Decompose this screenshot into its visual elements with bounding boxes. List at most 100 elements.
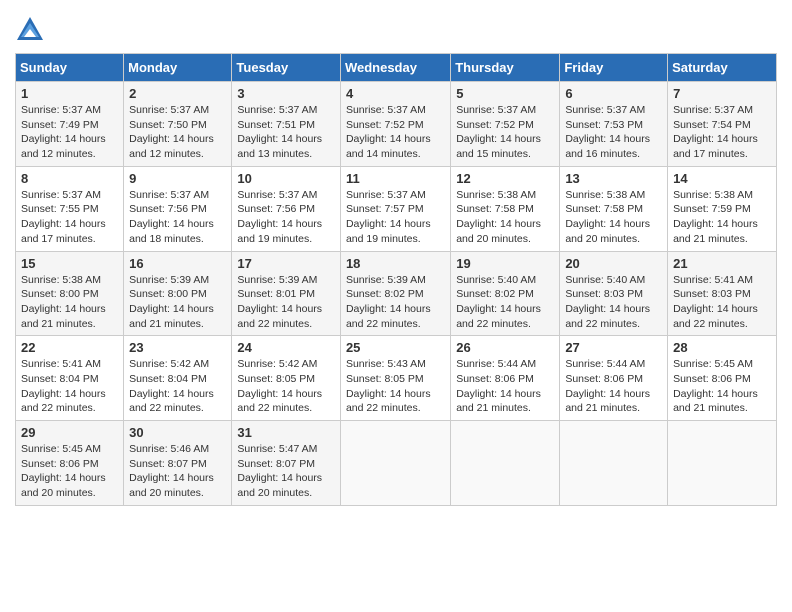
calendar-cell: 2Sunrise: 5:37 AM Sunset: 7:50 PM Daylig… xyxy=(124,82,232,167)
calendar-cell: 30 Sunrise: 5:46 AM Sunset: 8:07 PM Dayli… xyxy=(124,421,232,506)
day-info: Sunrise: 5:39 AM Sunset: 8:02 PM Dayligh… xyxy=(346,273,445,332)
day-number: 21 xyxy=(673,256,771,271)
day-number: 10 xyxy=(237,171,335,186)
header-tuesday: Tuesday xyxy=(232,54,341,82)
day-number: 17 xyxy=(237,256,335,271)
header-wednesday: Wednesday xyxy=(340,54,450,82)
day-info: Sunrise: 5:37 AM Sunset: 7:53 PM Dayligh… xyxy=(565,103,662,162)
calendar-cell: 14 Sunrise: 5:38 AM Sunset: 7:59 PM Dayli… xyxy=(668,166,777,251)
calendar-cell xyxy=(451,421,560,506)
day-info: Sunrise: 5:37 AM Sunset: 7:55 PM Dayligh… xyxy=(21,188,118,247)
calendar-cell: 4 Sunrise: 5:37 AM Sunset: 7:52 PM Daylig… xyxy=(340,82,450,167)
calendar-cell xyxy=(340,421,450,506)
day-info: Sunrise: 5:41 AM Sunset: 8:03 PM Dayligh… xyxy=(673,273,771,332)
header xyxy=(15,10,777,45)
day-number: 3 xyxy=(237,86,335,101)
calendar-cell: 3 Sunrise: 5:37 AM Sunset: 7:51 PM Daylig… xyxy=(232,82,341,167)
day-number: 31 xyxy=(237,425,335,440)
day-number: 25 xyxy=(346,340,445,355)
header-row: SundayMondayTuesdayWednesdayThursdayFrid… xyxy=(16,54,777,82)
day-info: Sunrise: 5:46 AM Sunset: 8:07 PM Dayligh… xyxy=(129,442,226,501)
day-info: Sunrise: 5:47 AM Sunset: 8:07 PM Dayligh… xyxy=(237,442,335,501)
day-number: 26 xyxy=(456,340,554,355)
day-info: Sunrise: 5:38 AM Sunset: 7:58 PM Dayligh… xyxy=(456,188,554,247)
day-info: Sunrise: 5:40 AM Sunset: 8:03 PM Dayligh… xyxy=(565,273,662,332)
day-number: 20 xyxy=(565,256,662,271)
day-number: 6 xyxy=(565,86,662,101)
logo-icon xyxy=(15,15,45,45)
day-info: Sunrise: 5:39 AM Sunset: 8:01 PM Dayligh… xyxy=(237,273,335,332)
header-saturday: Saturday xyxy=(668,54,777,82)
header-friday: Friday xyxy=(560,54,668,82)
day-info: Sunrise: 5:42 AM Sunset: 8:05 PM Dayligh… xyxy=(237,357,335,416)
day-info: Sunrise: 5:37 AM Sunset: 7:51 PM Dayligh… xyxy=(237,103,335,162)
day-info: Sunrise: 5:40 AM Sunset: 8:02 PM Dayligh… xyxy=(456,273,554,332)
day-number: 18 xyxy=(346,256,445,271)
calendar-table: SundayMondayTuesdayWednesdayThursdayFrid… xyxy=(15,53,777,506)
day-info: Sunrise: 5:44 AM Sunset: 8:06 PM Dayligh… xyxy=(565,357,662,416)
day-number: 12 xyxy=(456,171,554,186)
calendar-cell: 12 Sunrise: 5:38 AM Sunset: 7:58 PM Dayli… xyxy=(451,166,560,251)
calendar-cell: 8 Sunrise: 5:37 AM Sunset: 7:55 PM Daylig… xyxy=(16,166,124,251)
week-row-4: 22Sunrise: 5:41 AM Sunset: 8:04 PM Dayli… xyxy=(16,336,777,421)
day-info: Sunrise: 5:37 AM Sunset: 7:52 PM Dayligh… xyxy=(456,103,554,162)
calendar-cell: 19 Sunrise: 5:40 AM Sunset: 8:02 PM Dayli… xyxy=(451,251,560,336)
calendar-cell xyxy=(560,421,668,506)
day-number: 24 xyxy=(237,340,335,355)
calendar-cell: 21 Sunrise: 5:41 AM Sunset: 8:03 PM Dayli… xyxy=(668,251,777,336)
week-row-1: 1Sunrise: 5:37 AM Sunset: 7:49 PM Daylig… xyxy=(16,82,777,167)
calendar-cell: 7 Sunrise: 5:37 AM Sunset: 7:54 PM Daylig… xyxy=(668,82,777,167)
calendar-cell: 25Sunrise: 5:43 AM Sunset: 8:05 PM Dayli… xyxy=(340,336,450,421)
day-info: Sunrise: 5:38 AM Sunset: 7:58 PM Dayligh… xyxy=(565,188,662,247)
header-thursday: Thursday xyxy=(451,54,560,82)
day-number: 2 xyxy=(129,86,226,101)
calendar-cell: 31 Sunrise: 5:47 AM Sunset: 8:07 PM Dayli… xyxy=(232,421,341,506)
day-info: Sunrise: 5:37 AM Sunset: 7:49 PM Dayligh… xyxy=(21,103,118,162)
day-number: 19 xyxy=(456,256,554,271)
day-info: Sunrise: 5:39 AM Sunset: 8:00 PM Dayligh… xyxy=(129,273,226,332)
calendar-cell: 11 Sunrise: 5:37 AM Sunset: 7:57 PM Dayli… xyxy=(340,166,450,251)
day-number: 14 xyxy=(673,171,771,186)
calendar-cell: 28 Sunrise: 5:45 AM Sunset: 8:06 PM Dayli… xyxy=(668,336,777,421)
header-sunday: Sunday xyxy=(16,54,124,82)
day-number: 23 xyxy=(129,340,226,355)
day-number: 30 xyxy=(129,425,226,440)
calendar-cell: 27Sunrise: 5:44 AM Sunset: 8:06 PM Dayli… xyxy=(560,336,668,421)
header-monday: Monday xyxy=(124,54,232,82)
calendar-cell: 16Sunrise: 5:39 AM Sunset: 8:00 PM Dayli… xyxy=(124,251,232,336)
calendar-cell: 1Sunrise: 5:37 AM Sunset: 7:49 PM Daylig… xyxy=(16,82,124,167)
calendar-cell: 10 Sunrise: 5:37 AM Sunset: 7:56 PM Dayli… xyxy=(232,166,341,251)
day-info: Sunrise: 5:37 AM Sunset: 7:56 PM Dayligh… xyxy=(129,188,226,247)
calendar-cell: 22Sunrise: 5:41 AM Sunset: 8:04 PM Dayli… xyxy=(16,336,124,421)
day-number: 28 xyxy=(673,340,771,355)
calendar-cell: 5Sunrise: 5:37 AM Sunset: 7:52 PM Daylig… xyxy=(451,82,560,167)
week-row-2: 8 Sunrise: 5:37 AM Sunset: 7:55 PM Daylig… xyxy=(16,166,777,251)
calendar-cell: 6 Sunrise: 5:37 AM Sunset: 7:53 PM Daylig… xyxy=(560,82,668,167)
calendar-cell: 18 Sunrise: 5:39 AM Sunset: 8:02 PM Dayli… xyxy=(340,251,450,336)
calendar-cell xyxy=(668,421,777,506)
day-info: Sunrise: 5:45 AM Sunset: 8:06 PM Dayligh… xyxy=(673,357,771,416)
day-info: Sunrise: 5:38 AM Sunset: 8:00 PM Dayligh… xyxy=(21,273,118,332)
calendar-cell: 29 Sunrise: 5:45 AM Sunset: 8:06 PM Dayli… xyxy=(16,421,124,506)
day-number: 7 xyxy=(673,86,771,101)
day-info: Sunrise: 5:37 AM Sunset: 7:56 PM Dayligh… xyxy=(237,188,335,247)
day-info: Sunrise: 5:38 AM Sunset: 7:59 PM Dayligh… xyxy=(673,188,771,247)
logo xyxy=(15,15,49,45)
calendar-cell: 9Sunrise: 5:37 AM Sunset: 7:56 PM Daylig… xyxy=(124,166,232,251)
week-row-3: 15 Sunrise: 5:38 AM Sunset: 8:00 PM Dayli… xyxy=(16,251,777,336)
day-number: 8 xyxy=(21,171,118,186)
day-info: Sunrise: 5:37 AM Sunset: 7:52 PM Dayligh… xyxy=(346,103,445,162)
day-info: Sunrise: 5:45 AM Sunset: 8:06 PM Dayligh… xyxy=(21,442,118,501)
day-info: Sunrise: 5:44 AM Sunset: 8:06 PM Dayligh… xyxy=(456,357,554,416)
calendar-cell: 23 Sunrise: 5:42 AM Sunset: 8:04 PM Dayli… xyxy=(124,336,232,421)
day-number: 15 xyxy=(21,256,118,271)
calendar-cell: 17 Sunrise: 5:39 AM Sunset: 8:01 PM Dayli… xyxy=(232,251,341,336)
week-row-5: 29 Sunrise: 5:45 AM Sunset: 8:06 PM Dayli… xyxy=(16,421,777,506)
day-info: Sunrise: 5:37 AM Sunset: 7:57 PM Dayligh… xyxy=(346,188,445,247)
day-info: Sunrise: 5:37 AM Sunset: 7:54 PM Dayligh… xyxy=(673,103,771,162)
day-number: 13 xyxy=(565,171,662,186)
day-number: 4 xyxy=(346,86,445,101)
day-number: 11 xyxy=(346,171,445,186)
day-number: 29 xyxy=(21,425,118,440)
day-info: Sunrise: 5:42 AM Sunset: 8:04 PM Dayligh… xyxy=(129,357,226,416)
